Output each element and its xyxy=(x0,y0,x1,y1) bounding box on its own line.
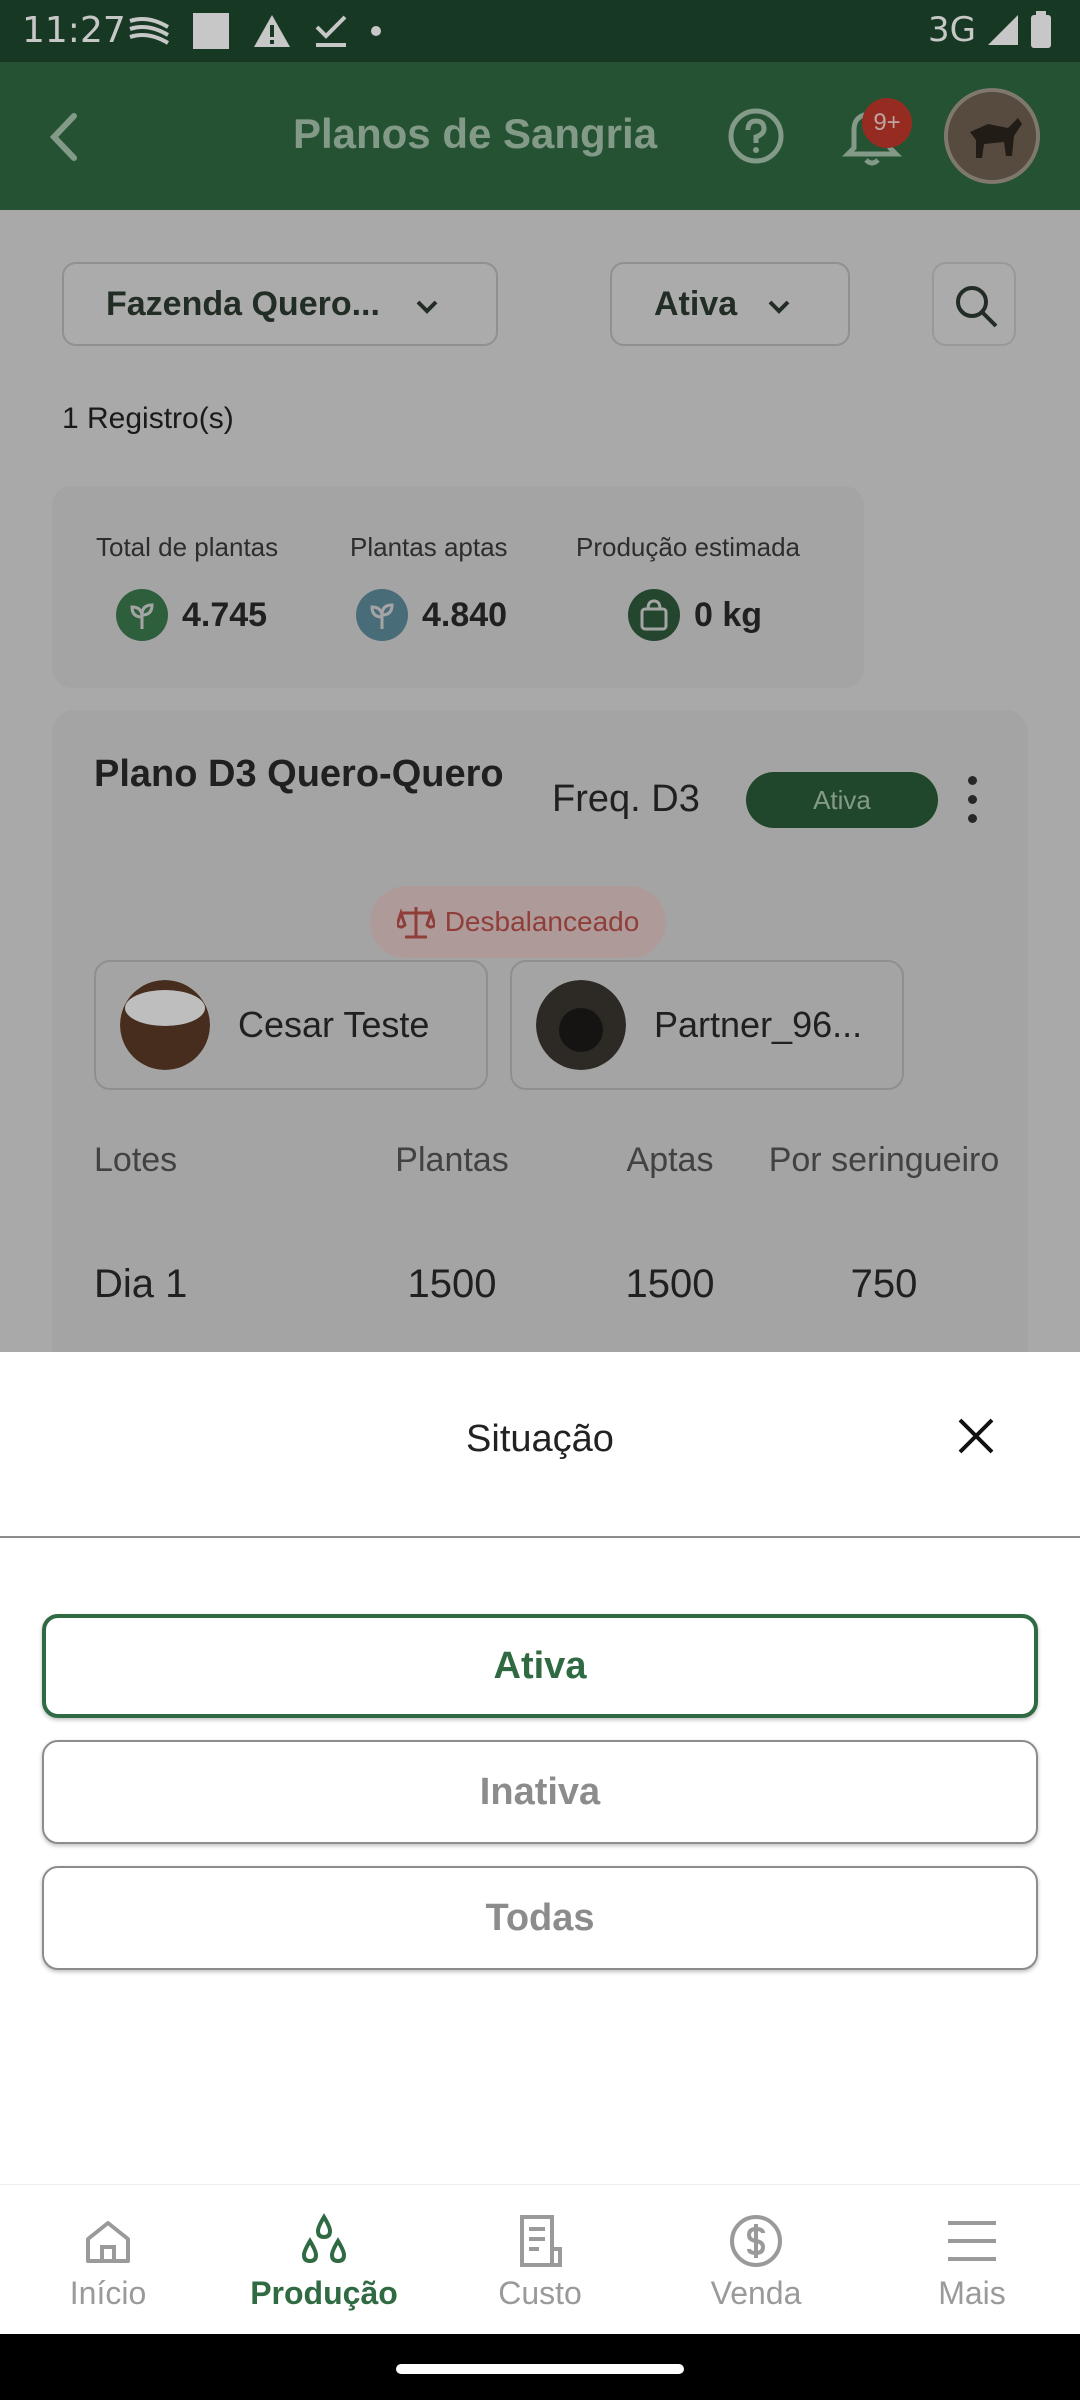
table-cell: 1500 xyxy=(407,1262,497,1306)
close-icon[interactable] xyxy=(948,1408,1004,1464)
member-avatar xyxy=(120,980,210,1070)
warning-icon xyxy=(254,15,290,47)
divider xyxy=(0,1536,1080,1538)
table-header: Lotes xyxy=(94,1141,178,1179)
unbalanced-label: Desbalanceado xyxy=(444,906,640,937)
estimated-production-label: Produção estimada xyxy=(576,532,801,562)
status-bottom-sheet: Situação Ativa Inativa Todas xyxy=(0,1352,1080,2184)
menu-icon xyxy=(948,2221,996,2261)
member-name: Partner_96... xyxy=(654,1004,863,1045)
farm-select[interactable]: Fazenda Quero... xyxy=(62,262,498,346)
member-name: Cesar Teste xyxy=(238,1004,430,1045)
battery-icon xyxy=(1031,11,1051,48)
dollar-icon xyxy=(730,2215,782,2267)
apt-plants-value: 4.840 xyxy=(422,595,508,634)
square-icon xyxy=(193,13,229,49)
status-badge: Ativa xyxy=(746,772,938,828)
page-title: Planos de Sangria xyxy=(292,110,658,157)
option-todas[interactable]: Todas xyxy=(42,1866,1038,1970)
help-icon[interactable] xyxy=(726,106,786,166)
total-plants-label: Total de plantas xyxy=(96,532,279,562)
nav-label: Venda xyxy=(710,2275,802,2311)
avatar[interactable] xyxy=(944,88,1040,184)
plan-frequency: Freq. D3 xyxy=(552,778,700,820)
table-header: Plantas xyxy=(395,1141,509,1179)
gesture-bar xyxy=(0,2334,1080,2400)
search-button[interactable] xyxy=(932,262,1016,346)
plans-content: Fazenda Quero... Ativa 1 Registro(s) Tot… xyxy=(0,210,1080,1410)
signal-icon xyxy=(988,15,1018,45)
dot-icon xyxy=(371,26,381,36)
nav-inicio[interactable]: Início xyxy=(8,2213,208,2312)
member-chip[interactable]: Partner_96... xyxy=(510,960,904,1090)
status-select-value: Ativa xyxy=(654,284,738,323)
more-options-icon[interactable] xyxy=(968,776,978,833)
drops-icon xyxy=(301,2213,347,2264)
scale-icon xyxy=(396,907,435,939)
option-ativa[interactable]: Ativa xyxy=(42,1614,1038,1718)
status-time: 11:27 xyxy=(22,10,126,51)
sheet-title: Situação xyxy=(466,1418,614,1460)
table-cell: Dia 1 xyxy=(94,1262,188,1306)
status-select[interactable]: Ativa xyxy=(610,262,850,346)
table-header: Por seringueiro xyxy=(768,1141,1000,1179)
network-type: 3G xyxy=(928,10,976,50)
summary-card: Total de plantas 4.745 Plantas aptas 4.8… xyxy=(52,486,864,688)
nav-label: Custo xyxy=(498,2275,582,2311)
plan-card[interactable]: Plano D3 Quero-Quero Freq. D3 Ativa Desb… xyxy=(52,710,1028,1410)
receipt-icon xyxy=(520,2215,562,2267)
nav-label: Mais xyxy=(938,2275,1006,2311)
home-gesture-handle[interactable] xyxy=(396,2364,684,2374)
plant-icon xyxy=(116,589,168,641)
records-count: 1 Registro(s) xyxy=(62,402,234,435)
table-header: Aptas xyxy=(626,1141,714,1179)
app-bar: Planos de Sangria 9+ xyxy=(0,62,1080,210)
total-plants-value: 4.745 xyxy=(182,595,268,634)
chevron-down-icon xyxy=(768,300,790,314)
notification-lines-icon xyxy=(129,17,170,45)
table-cell: 750 xyxy=(850,1262,918,1306)
search-icon xyxy=(956,286,998,328)
nav-label: Início xyxy=(69,2275,147,2311)
member-avatar xyxy=(536,980,626,1070)
plan-name: Plano D3 Quero-Quero xyxy=(94,753,504,795)
unbalanced-badge: Desbalanceado xyxy=(370,886,666,958)
notification-badge: 9+ xyxy=(862,98,912,148)
nav-custo[interactable]: Custo xyxy=(440,2213,640,2312)
farm-select-value: Fazenda Quero... xyxy=(106,284,380,323)
home-icon xyxy=(86,2221,130,2263)
status-bar: 11:27 3G xyxy=(0,0,1080,62)
nav-producao[interactable]: Produção xyxy=(224,2213,424,2312)
nav-mais[interactable]: Mais xyxy=(872,2213,1072,2312)
check-download-icon xyxy=(315,15,347,47)
bottom-nav: Início Produção Custo Venda Mais xyxy=(0,2184,1080,2334)
weight-icon xyxy=(628,589,680,641)
member-chip[interactable]: Cesar Teste xyxy=(94,960,488,1090)
sprout-icon xyxy=(356,589,408,641)
nav-label: Produção xyxy=(250,2275,398,2311)
table-cell: 1500 xyxy=(625,1262,715,1306)
estimated-production-value: 0 kg xyxy=(694,595,763,634)
option-inativa[interactable]: Inativa xyxy=(42,1740,1038,1844)
chevron-down-icon xyxy=(416,300,438,314)
nav-venda[interactable]: Venda xyxy=(656,2213,856,2312)
apt-plants-label: Plantas aptas xyxy=(350,532,508,562)
